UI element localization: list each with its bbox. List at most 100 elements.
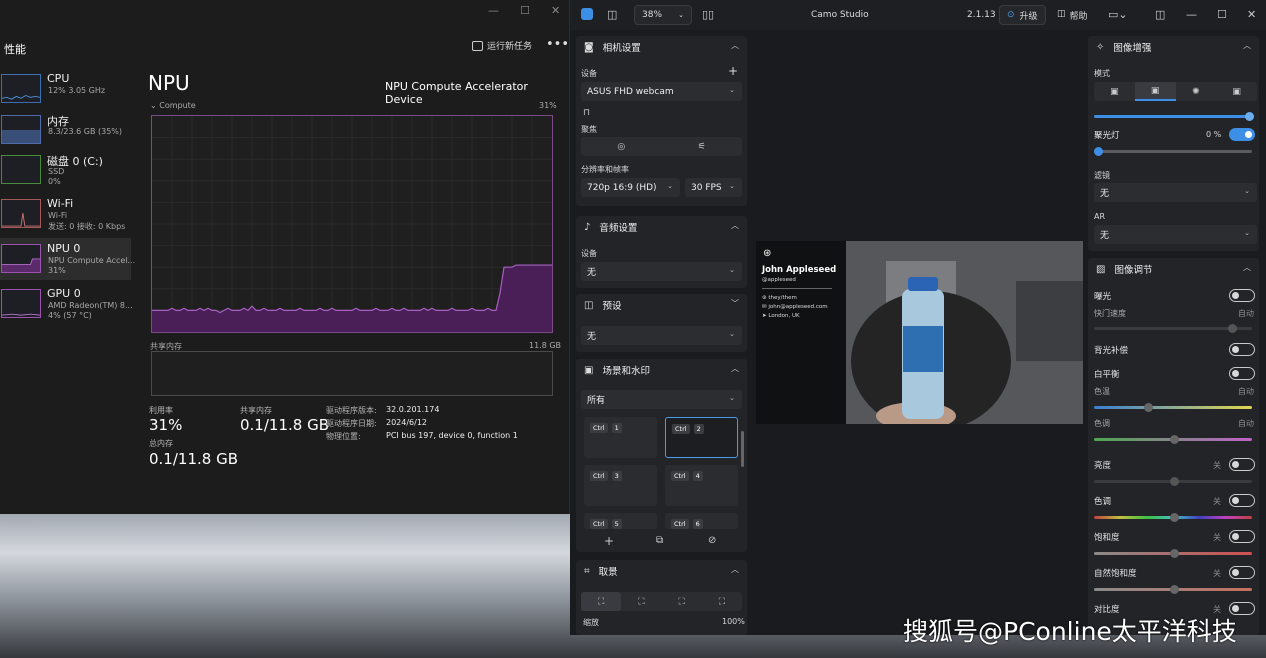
- driver-date: 2024/6/12: [386, 418, 428, 427]
- brightness-toggle[interactable]: [1229, 458, 1255, 471]
- scene-tile[interactable]: Ctrl 6: [665, 513, 738, 529]
- white-balance-toggle[interactable]: [1229, 367, 1255, 380]
- hue-slider[interactable]: [1094, 513, 1252, 522]
- close-button[interactable]: ✕: [1247, 8, 1256, 21]
- mode-strength-slider[interactable]: [1094, 112, 1254, 121]
- panel-header[interactable]: ⌗ 取景: [584, 560, 618, 582]
- more-options-button[interactable]: •••: [546, 37, 569, 52]
- tint-slider[interactable]: [1094, 435, 1252, 444]
- saturation-toggle[interactable]: [1229, 530, 1255, 543]
- fps-dropdown[interactable]: 30 FPS ⌄: [685, 178, 742, 197]
- upgrade-button[interactable]: ⊙ 升级: [999, 5, 1046, 25]
- zoom-value: 38%: [642, 10, 663, 20]
- camera-icon[interactable]: ▭⌄: [1108, 8, 1128, 21]
- focus-mode-toggle[interactable]: ◎ ⚟: [581, 137, 742, 156]
- resource-item-cpu[interactable]: CPU 12% 3.05 GHz: [0, 72, 131, 114]
- chevron-up-icon[interactable]: ︿: [731, 363, 739, 374]
- chevron-down-icon: ⌄: [1244, 229, 1250, 237]
- close-button[interactable]: ✕: [551, 4, 560, 17]
- resource-item-disk[interactable]: 磁盘 0 (C:) SSD 0%: [0, 153, 131, 195]
- minimize-button[interactable]: —: [488, 4, 499, 17]
- import-scene-icon[interactable]: ⧉: [656, 535, 663, 546]
- vibrance-toggle[interactable]: [1229, 566, 1255, 579]
- spotlight-toggle[interactable]: [1229, 128, 1255, 141]
- chevron-up-icon[interactable]: ︿: [731, 40, 739, 51]
- scene-filter-dropdown[interactable]: 所有 ⌄: [581, 390, 742, 409]
- panel-header[interactable]: ♪ 音频设置: [584, 216, 637, 238]
- minimize-button[interactable]: —: [1186, 8, 1197, 21]
- camera-settings-panel: ◙ 相机设置 ︿ 设备 + ASUS FHD webcam ⌄ ⊓ 聚焦 ◎ ⚟ 分…: [576, 36, 747, 206]
- effect-mode-icon[interactable]: ✺: [1176, 82, 1217, 101]
- scene-tile[interactable]: Ctrl 3: [584, 465, 657, 506]
- auto-frame-icon[interactable]: ⛶: [621, 592, 661, 611]
- panel-header[interactable]: ◫ 预设: [584, 294, 621, 316]
- split-view-icon[interactable]: ▯▯: [702, 8, 714, 21]
- shutter-speed-state: 自动: [1238, 309, 1254, 318]
- ar-dropdown[interactable]: 无 ⌄: [1094, 225, 1257, 244]
- studio-mode-icon[interactable]: ▣: [1134, 82, 1176, 101]
- panel-header[interactable]: ▣ 场景和水印: [584, 359, 650, 381]
- framing-mode-toggle[interactable]: ⛶ ⛶ ⛶ ⛶: [581, 592, 742, 611]
- temperature-slider[interactable]: [1094, 403, 1252, 412]
- scene-tile[interactable]: Ctrl 5: [584, 513, 657, 529]
- hue-toggle[interactable]: [1229, 494, 1255, 507]
- presets-dropdown[interactable]: 无 ⌄: [581, 326, 742, 345]
- app-logo-icon: [581, 8, 593, 20]
- saturation-slider[interactable]: [1094, 549, 1252, 558]
- maximize-button[interactable]: ☐: [1217, 8, 1227, 21]
- chevron-up-icon[interactable]: ︿: [1243, 262, 1251, 273]
- lock-icon[interactable]: ⊓: [583, 108, 590, 118]
- scene-tile-selected[interactable]: Ctrl 2: [665, 417, 738, 458]
- enhance-mode-toggle[interactable]: ▣ ▣ ✺ ▣: [1094, 82, 1257, 101]
- upgrade-icon: ⊙: [1007, 10, 1015, 20]
- portrait-mode-icon[interactable]: ▣: [1094, 82, 1135, 101]
- brightness-slider[interactable]: [1094, 477, 1252, 486]
- audio-device-dropdown[interactable]: 无 ⌄: [581, 262, 742, 281]
- compute-dropdown[interactable]: ⌄ Compute: [150, 101, 196, 110]
- panel-header[interactable]: ▨ 图像调节: [1096, 258, 1152, 280]
- chevron-up-icon[interactable]: ︿: [1243, 40, 1251, 51]
- add-scene-icon[interactable]: +: [604, 534, 614, 548]
- app-title: Camo Studio: [811, 10, 869, 20]
- add-device-button[interactable]: +: [728, 64, 738, 78]
- scenes-panel: ▣ 场景和水印 ︿ 所有 ⌄ Ctrl 1 Ctrl 2 Ctrl 3 Ctrl 4 Ctr…: [576, 359, 747, 552]
- resolution-dropdown[interactable]: 720p 16:9 (HD) ⌄: [581, 178, 680, 197]
- panel-toggle-icon[interactable]: ◫: [1155, 8, 1165, 21]
- camera-preview[interactable]: ⊛ John Appleseed @appleseed ⊛ they/them …: [756, 241, 1083, 424]
- filter-dropdown[interactable]: 无 ⌄: [1094, 183, 1257, 202]
- resource-item-memory[interactable]: 内存 8.3/23.6 GB (35%): [0, 113, 131, 155]
- chevron-down-icon: ⌄: [729, 266, 735, 274]
- resource-item-wifi[interactable]: Wi-Fi Wi-Fi 发送: 0 接收: 0 Kbps: [0, 197, 131, 239]
- hide-overlay-icon[interactable]: ⊘: [708, 535, 716, 546]
- panel-header[interactable]: ◙ 相机设置: [584, 36, 641, 58]
- run-new-task-button[interactable]: 运行新任务: [472, 39, 532, 52]
- face-frame-icon[interactable]: ⛶: [662, 592, 702, 611]
- vibrance-slider[interactable]: [1094, 585, 1252, 594]
- zoom-dropdown[interactable]: 38% ⌄: [634, 5, 692, 25]
- camera-device-dropdown[interactable]: ASUS FHD webcam ⌄: [581, 82, 742, 101]
- scene-tile[interactable]: Ctrl 4: [665, 465, 738, 506]
- help-button[interactable]: ◫ 帮助: [1057, 9, 1088, 22]
- autofocus-icon[interactable]: ◎: [581, 137, 662, 156]
- exposure-toggle[interactable]: [1229, 289, 1255, 302]
- resource-item-gpu[interactable]: GPU 0 AMD Radeon(TM) 8... 4% (57 °C): [0, 287, 133, 329]
- manual-focus-icon[interactable]: ⚟: [662, 137, 743, 156]
- ar-label: AR: [1094, 212, 1106, 221]
- scrollbar[interactable]: [741, 431, 744, 467]
- chevron-down-icon[interactable]: ﹀: [731, 298, 739, 309]
- shutter-speed-slider[interactable]: [1094, 324, 1252, 333]
- panel-header[interactable]: ✧ 图像增强: [1096, 36, 1151, 58]
- manual-frame-icon[interactable]: ⛶: [581, 592, 622, 611]
- resource-item-npu[interactable]: NPU 0 NPU Compute Accel... 31%: [0, 238, 135, 280]
- chevron-up-icon[interactable]: ︿: [731, 220, 739, 231]
- maximize-button[interactable]: ☐: [520, 4, 530, 17]
- sidebar-toggle-icon[interactable]: ◫: [607, 8, 617, 21]
- person-mode-icon[interactable]: ▣: [1216, 82, 1257, 101]
- crop-frame-icon[interactable]: ⛶: [702, 592, 742, 611]
- resource-sub: 发送: 0 接收: 0 Kbps: [48, 222, 126, 231]
- chevron-up-icon[interactable]: ︿: [731, 564, 739, 575]
- overlay-pronoun: ⊛ they/them: [762, 295, 797, 301]
- spotlight-slider[interactable]: [1094, 147, 1252, 156]
- backlight-toggle[interactable]: [1229, 343, 1255, 356]
- scene-tile[interactable]: Ctrl 1: [584, 417, 657, 458]
